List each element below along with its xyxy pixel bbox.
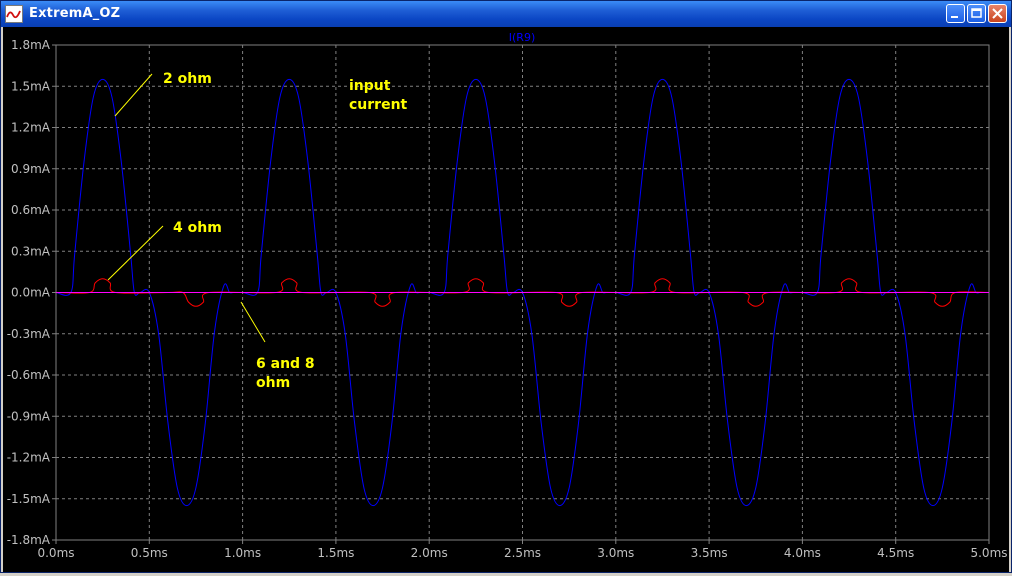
- maximize-button[interactable]: [967, 4, 986, 23]
- y-tick-label: -0.6mA: [7, 368, 51, 382]
- y-tick-label: 0.6mA: [11, 203, 51, 217]
- x-tick-label: 3.5ms: [691, 546, 728, 560]
- y-tick-label: -1.2mA: [7, 451, 51, 465]
- close-button[interactable]: [988, 4, 1007, 23]
- x-tick-label: 2.5ms: [504, 546, 541, 560]
- y-tick-label: -0.3mA: [7, 327, 51, 341]
- trace-label[interactable]: I(R9): [509, 31, 535, 44]
- x-tick-label: 0.0ms: [37, 546, 74, 560]
- annotation-68ohm-line1: 6 and 8: [256, 356, 315, 372]
- maximize-icon: [971, 8, 982, 18]
- y-axis-ticks: 1.8mA 1.5mA 1.2mA 0.9mA 0.6mA 0.3mA 0.0mA -0.3m…: [7, 38, 56, 547]
- x-tick-label: 2.0ms: [411, 546, 448, 560]
- app-window: ExtremA_OZ I(R9) 1.8mA 1.5mA 1.2mA 0.9mA 0.6…: [0, 0, 1012, 573]
- close-icon: [992, 8, 1003, 19]
- y-tick-label: 1.8mA: [11, 38, 51, 52]
- annotation-4ohm: 4 ohm: [173, 220, 222, 236]
- waveform-chart[interactable]: I(R9) 1.8mA 1.5mA 1.2mA 0.9mA 0.6mA 0.3mA 0.0m…: [3, 27, 1009, 572]
- y-tick-label: 0.3mA: [11, 244, 51, 258]
- minimize-icon: [951, 16, 958, 18]
- waveform-app-icon: [5, 5, 23, 23]
- title-bar[interactable]: ExtremA_OZ: [1, 1, 1011, 27]
- annotation-68ohm-line2: ohm: [256, 375, 290, 391]
- y-tick-label: -1.8mA: [7, 533, 51, 547]
- annotation-pointer-68ohm: [240, 301, 266, 343]
- x-axis-ticks: 0.0ms 0.5ms 1.0ms 1.5ms 2.0ms 2.5ms 3.0ms 3.5ms…: [37, 540, 1008, 560]
- annotation-input-line1: input: [349, 78, 391, 94]
- x-tick-label: 5.0ms: [970, 546, 1007, 560]
- window-title: ExtremA_OZ: [29, 6, 121, 21]
- x-tick-label: 1.0ms: [224, 546, 261, 560]
- annotation-input-line2: current: [349, 97, 408, 113]
- annotation-pointer-4ohm: [107, 225, 164, 281]
- y-tick-label: -0.9mA: [7, 409, 51, 423]
- x-tick-label: 0.5ms: [131, 546, 168, 560]
- y-tick-label: 0.0mA: [11, 286, 51, 300]
- minimize-button[interactable]: [946, 4, 965, 23]
- waveform-icon-glyph: [6, 10, 21, 19]
- y-tick-label: 1.5mA: [11, 79, 51, 93]
- y-tick-label: 1.2mA: [11, 121, 51, 135]
- plot-area[interactable]: I(R9) 1.8mA 1.5mA 1.2mA 0.9mA 0.6mA 0.3mA 0.0m…: [3, 27, 1009, 572]
- x-tick-label: 4.0ms: [784, 546, 821, 560]
- x-tick-label: 1.5ms: [317, 546, 354, 560]
- x-tick-label: 4.5ms: [877, 546, 914, 560]
- y-tick-label: 0.9mA: [11, 162, 51, 176]
- y-tick-label: -1.5mA: [7, 492, 51, 506]
- annotation-pointer-2ohm: [114, 73, 153, 117]
- annotation-2ohm: 2 ohm: [163, 71, 212, 87]
- x-tick-label: 3.0ms: [597, 546, 634, 560]
